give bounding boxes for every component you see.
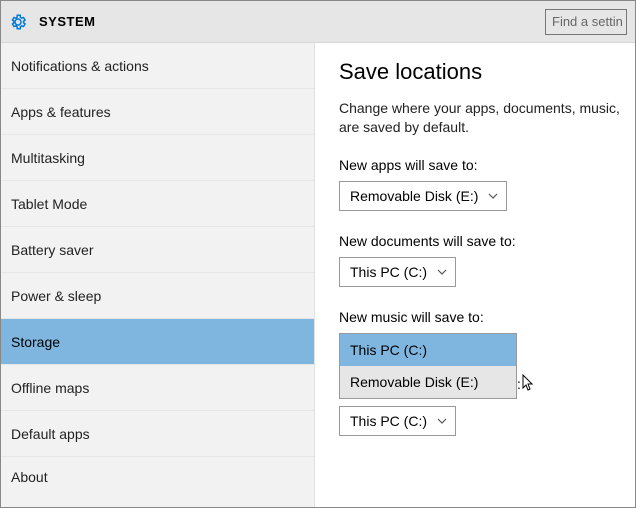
sidebar-item-about[interactable]: About [1, 457, 314, 497]
sidebar-item-label: Tablet Mode [11, 196, 87, 212]
extra-dropdown[interactable]: This PC (C:) [339, 406, 456, 436]
option-label: Removable Disk (E:) [350, 374, 478, 390]
documents-label: New documents will save to: [339, 233, 635, 249]
header-bar: SYSTEM Find a settin [1, 1, 635, 43]
apps-dropdown[interactable]: Removable Disk (E:) [339, 181, 507, 211]
sidebar-item-tablet-mode[interactable]: Tablet Mode [1, 181, 314, 227]
dropdown-value: This PC (C:) [350, 264, 427, 280]
sidebar-item-label: Notifications & actions [11, 58, 149, 74]
option-label: This PC (C:) [350, 342, 427, 358]
music-label: New music will save to: [339, 309, 635, 325]
sidebar: Notifications & actions Apps & features … [1, 43, 315, 507]
sidebar-item-multitasking[interactable]: Multitasking [1, 135, 314, 181]
main-panel: Save locations Change where your apps, d… [315, 43, 635, 507]
sidebar-item-label: Default apps [11, 426, 90, 442]
search-placeholder: Find a settin [552, 14, 623, 29]
music-option-this-pc[interactable]: This PC (C:) [340, 334, 516, 366]
chevron-down-icon [488, 191, 498, 201]
sidebar-item-label: Storage [11, 334, 60, 350]
sidebar-item-label: About [11, 469, 48, 485]
chevron-down-icon [437, 267, 447, 277]
page-title: Save locations [339, 59, 635, 85]
music-option-removable[interactable]: Removable Disk (E:) [340, 366, 516, 398]
dropdown-value: This PC (C:) [350, 413, 427, 429]
layout: Notifications & actions Apps & features … [1, 43, 635, 507]
sidebar-item-storage[interactable]: Storage [1, 319, 314, 365]
page-description: Change where your apps, documents, music… [339, 99, 635, 137]
dropdown-value: Removable Disk (E:) [350, 188, 478, 204]
documents-dropdown[interactable]: This PC (C:) [339, 257, 456, 287]
music-dropdown-options: This PC (C:) Removable Disk (E:) [339, 333, 517, 399]
sidebar-item-offline-maps[interactable]: Offline maps [1, 365, 314, 411]
gear-icon [9, 13, 27, 31]
sidebar-item-power[interactable]: Power & sleep [1, 273, 314, 319]
chevron-down-icon [437, 416, 447, 426]
window-title: SYSTEM [39, 14, 95, 29]
apps-label: New apps will save to: [339, 157, 635, 173]
sidebar-item-label: Multitasking [11, 150, 85, 166]
sidebar-item-notifications[interactable]: Notifications & actions [1, 43, 314, 89]
sidebar-item-label: Offline maps [11, 380, 89, 396]
sidebar-item-label: Battery saver [11, 242, 93, 258]
sidebar-item-default-apps[interactable]: Default apps [1, 411, 314, 457]
sidebar-item-label: Apps & features [11, 104, 111, 120]
mouse-cursor-icon [521, 374, 535, 392]
sidebar-item-apps[interactable]: Apps & features [1, 89, 314, 135]
sidebar-item-battery[interactable]: Battery saver [1, 227, 314, 273]
search-input[interactable]: Find a settin [545, 9, 627, 35]
sidebar-item-label: Power & sleep [11, 288, 101, 304]
